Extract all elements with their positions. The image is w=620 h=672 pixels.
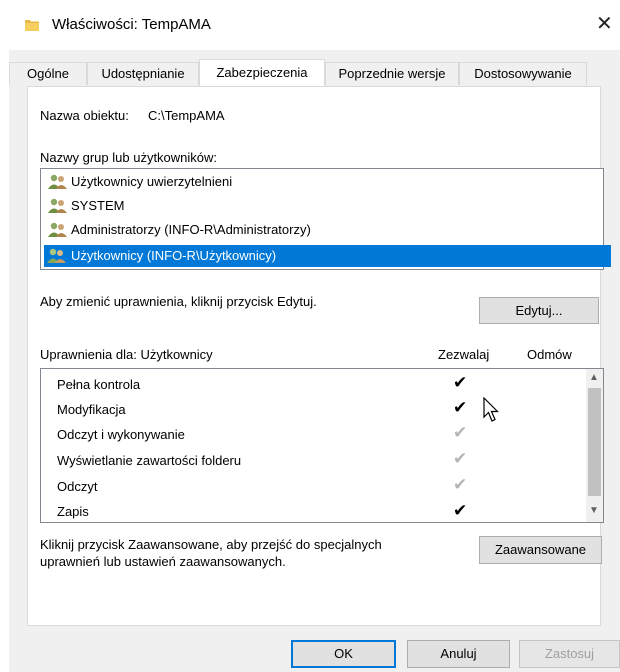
ok-button[interactable]: OK [291, 640, 396, 668]
users-icon [48, 198, 67, 213]
group-item-label: SYSTEM [71, 198, 125, 213]
groups-label: Nazwy grup lub użytkowników: [40, 150, 218, 165]
groups-listbox[interactable]: Użytkownicy uwierzytelnieni SYSTEM Admin… [40, 168, 611, 270]
allow-check-icon: ✔ [453, 373, 468, 392]
inherited-allow-check-icon: ✔ [453, 423, 468, 442]
group-item-users[interactable]: Użytkownicy (INFO-R\Użytkownicy) [44, 245, 611, 267]
permissions-for-label: Uprawnienia dla: Użytkownicy [40, 347, 213, 362]
object-name-value: C:\TempAMA [148, 108, 225, 123]
window-title: Właściwości: TempAMA [52, 16, 211, 33]
allow-check-icon: ✔ [453, 398, 468, 417]
apply-button[interactable]: Zastosuj [519, 640, 620, 668]
permission-name: Odczyt i wykonywanie [57, 427, 185, 442]
allow-column-header: Zezwalaj [438, 347, 490, 362]
advanced-button[interactable]: Zaawansowane [479, 536, 602, 564]
group-item-authenticated-users[interactable]: Użytkownicy uwierzytelnieni [45, 171, 232, 193]
permissions-scrollbar[interactable]: ▲ ▼ [586, 369, 603, 522]
group-item-label: Administratorzy (INFO-R\Administratorzy) [71, 222, 311, 237]
edit-button[interactable]: Edytuj... [479, 297, 599, 324]
title-bar: Właściwości: TempAMA ✕ [0, 0, 620, 50]
group-item-system[interactable]: SYSTEM [45, 195, 124, 217]
folder-icon [25, 20, 39, 31]
tab-previous-versions[interactable]: Poprzednie wersje [325, 62, 459, 85]
permission-name: Wyświetlanie zawartości folderu [57, 453, 242, 468]
cancel-button[interactable]: Anuluj [407, 640, 510, 668]
permission-name: Odczyt [57, 479, 98, 494]
edit-hint: Aby zmienić uprawnienia, kliknij przycis… [40, 294, 317, 309]
tab-sharing[interactable]: Udostępnianie [87, 62, 199, 85]
scroll-thumb[interactable] [588, 388, 601, 496]
group-item-label: Użytkownicy (INFO-R\Użytkownicy) [71, 248, 277, 263]
object-name-label: Nazwa obiektu: [40, 108, 129, 123]
inherited-allow-check-icon: ✔ [453, 449, 468, 468]
tab-general[interactable]: Ogólne [9, 62, 87, 85]
permission-name: Modyfikacja [57, 402, 126, 417]
users-icon [48, 174, 67, 189]
deny-column-header: Odmów [527, 347, 572, 362]
tab-security[interactable]: Zabezpieczenia [199, 59, 325, 86]
permission-name: Zapis [57, 504, 89, 519]
users-icon [48, 222, 67, 237]
advanced-hint-line1: Kliknij przycisk Zaawansowane, aby przej… [40, 537, 382, 552]
mouse-cursor-icon [483, 397, 499, 422]
allow-check-icon: ✔ [453, 501, 468, 520]
group-item-label: Użytkownicy uwierzytelnieni [71, 174, 233, 189]
close-icon[interactable]: ✕ [596, 11, 613, 36]
permissions-list[interactable]: Pełna kontrola ✔ Modyfikacja ✔ Odczyt i … [40, 368, 604, 523]
advanced-hint-line2: uprawnień lub ustawień zaawansowanych. [40, 554, 286, 569]
users-icon [47, 248, 66, 263]
permission-name: Pełna kontrola [57, 377, 141, 392]
tab-customize[interactable]: Dostosowywanie [459, 62, 587, 85]
inherited-allow-check-icon: ✔ [453, 475, 468, 494]
group-item-administrators[interactable]: Administratorzy (INFO-R\Administratorzy) [45, 219, 311, 241]
scroll-up-icon[interactable]: ▲ [589, 372, 599, 383]
scroll-down-icon[interactable]: ▼ [589, 505, 599, 516]
